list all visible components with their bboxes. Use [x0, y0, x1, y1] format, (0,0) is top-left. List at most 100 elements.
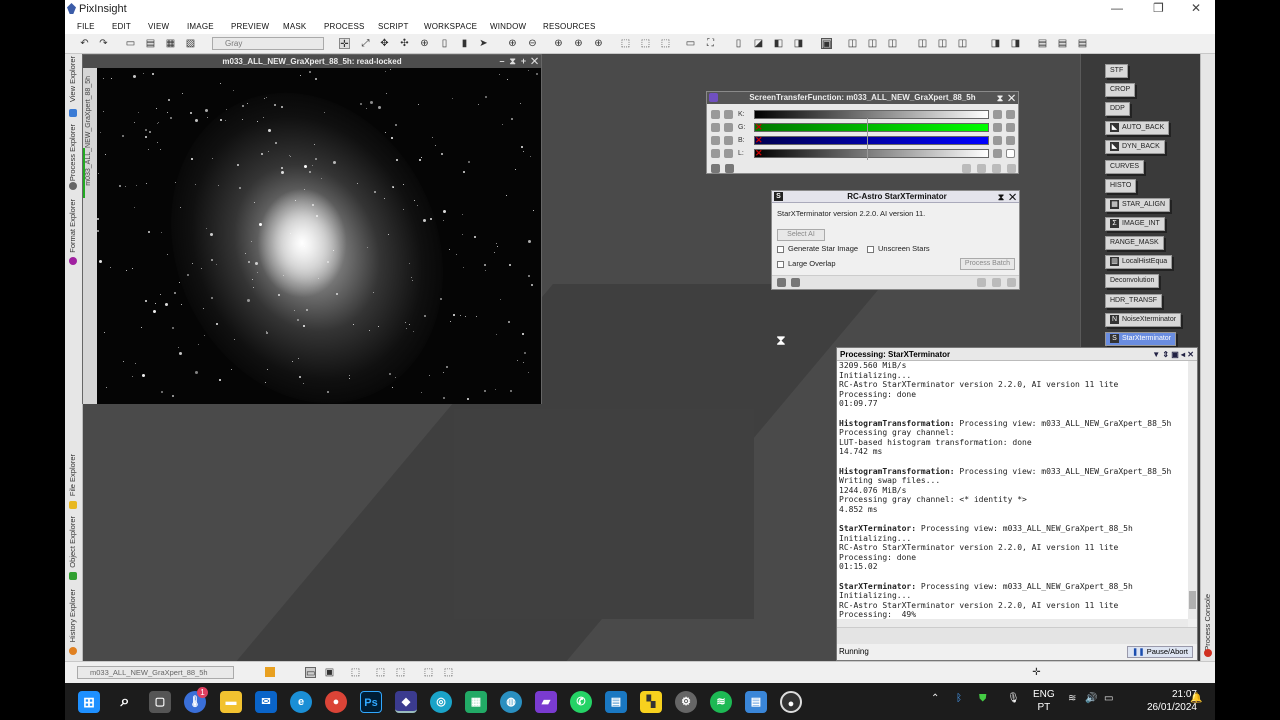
new-instance-icon[interactable]: [711, 164, 720, 173]
settings-icon[interactable]: ⚙: [675, 691, 697, 713]
stf-k-settings-icon[interactable]: [1006, 110, 1015, 119]
outlook-icon[interactable]: ✉: [255, 691, 277, 713]
red-channel-icon[interactable]: ◫: [867, 38, 878, 49]
whatsapp-icon[interactable]: ✆: [570, 691, 592, 713]
menu-process[interactable]: PROCESS: [324, 22, 365, 31]
mask-visible-icon[interactable]: ⬚: [395, 667, 406, 678]
chevron-up-icon[interactable]: ⌃: [931, 693, 939, 704]
icon-ddp[interactable]: DDP: [1105, 102, 1130, 116]
info-icon[interactable]: [962, 164, 971, 173]
notepad-icon[interactable]: ▤: [745, 691, 767, 713]
stf-window-controls[interactable]: ⧗ ✕: [997, 92, 1015, 104]
icon-star-align[interactable]: ▦ STAR_ALIGN: [1105, 198, 1171, 212]
icon-local-hist-equa[interactable]: ▥ LocalHistEqua: [1105, 255, 1173, 269]
close-icon[interactable]: ✕: [755, 123, 763, 132]
stf-slider-b[interactable]: [754, 136, 989, 145]
stf-status-icon[interactable]: ⬚: [423, 667, 434, 678]
stf-l-toggle-icon[interactable]: [993, 149, 1002, 158]
menu-window[interactable]: WINDOW: [490, 22, 526, 31]
stf-titlebar[interactable]: ScreenTransferFunction: m033_ALL_NEW_Gra…: [707, 92, 1018, 104]
zoom-1-icon[interactable]: ⊕: [573, 38, 584, 49]
bluetooth-icon[interactable]: ᛒ: [956, 693, 962, 704]
generate-star-image-checkbox[interactable]: [777, 245, 784, 253]
store-icon[interactable]: ▤: [605, 691, 627, 713]
stf-l-check-icon[interactable]: [1006, 149, 1015, 158]
minimize-icon[interactable]: —: [1111, 1, 1123, 15]
zoom-icon[interactable]: [711, 123, 720, 132]
crop-icon[interactable]: ▮: [459, 38, 470, 49]
tab-history-explorer[interactable]: History Explorer: [68, 589, 77, 642]
mask-show-icon[interactable]: ⛶: [705, 38, 716, 49]
select-ai-button[interactable]: Select AI: [777, 229, 825, 241]
image-window-controls[interactable]: – ⧗ + ✕: [500, 55, 538, 68]
icon-dyn-back[interactable]: ◣ DYN_BACK: [1105, 140, 1165, 154]
zoom-fit-icon[interactable]: ⊕: [553, 38, 564, 49]
pointer-icon[interactable]: ➤: [478, 38, 489, 49]
image-identifier-tab[interactable]: m033_ALL_NEW_GraXpert_88_5h: [85, 76, 92, 186]
stf-link-icon[interactable]: ◨: [793, 38, 804, 49]
green-channel-icon[interactable]: ◫: [887, 38, 898, 49]
chrome-icon[interactable]: ●: [325, 691, 347, 713]
stf-slider-l[interactable]: [754, 149, 989, 158]
console-command-line[interactable]: [837, 627, 1197, 644]
search-icon[interactable]: ⌕: [114, 691, 136, 713]
stf-panel[interactable]: ScreenTransferFunction: m033_ALL_NEW_Gra…: [706, 91, 1019, 174]
new-instance-icon[interactable]: [777, 278, 786, 287]
window-tile-icon[interactable]: ▤: [1037, 38, 1048, 49]
wifi-icon[interactable]: ≋: [1068, 693, 1076, 704]
console-window-controls[interactable]: ▼ ⇕ ▣ ◂ ✕: [1152, 348, 1194, 361]
readout-mode-icon[interactable]: ✛: [339, 38, 350, 50]
unscreen-stars-option[interactable]: Unscreen Stars: [867, 244, 930, 253]
icon-range-mask[interactable]: RANGE_MASK: [1105, 236, 1164, 250]
alpha-icon[interactable]: ◫: [957, 38, 968, 49]
stf-slider-g[interactable]: [754, 123, 989, 132]
icon-noisexterminator[interactable]: N NoiseXterminator: [1105, 313, 1182, 327]
starxterminator-panel[interactable]: S RC-Astro StarXTerminator ⧗ ✕ StarXTerm…: [771, 190, 1020, 290]
task-view-icon[interactable]: ▢: [149, 691, 171, 713]
icon-crop[interactable]: CROP: [1105, 83, 1136, 97]
close-icon[interactable]: ✕: [1191, 1, 1201, 15]
wrench-icon[interactable]: [992, 278, 1001, 287]
stf-k-toggle-icon[interactable]: [993, 110, 1002, 119]
icon-histo[interactable]: HISTO: [1105, 179, 1137, 193]
stf-slider-k[interactable]: [754, 110, 989, 119]
image-window-titlebar[interactable]: m033_ALL_NEW_GraXpert_88_5h: read-locked…: [83, 55, 541, 68]
menu-resources[interactable]: RESOURCES: [543, 22, 595, 31]
explorer-toggle2-icon[interactable]: ◨: [1010, 38, 1021, 49]
menu-file[interactable]: FILE: [77, 22, 95, 31]
close-image-icon[interactable]: ▧: [185, 38, 196, 49]
check-icon[interactable]: [992, 164, 1001, 173]
move-icon[interactable]: ✣: [399, 38, 410, 49]
stf-reset-icon[interactable]: ◧: [773, 38, 784, 49]
clipchamp-icon[interactable]: ▰: [535, 691, 557, 713]
sticky-notes-icon[interactable]: ▚: [640, 691, 662, 713]
preview-new-icon[interactable]: ⬚: [620, 38, 631, 49]
globe-icon[interactable]: ◍: [500, 691, 522, 713]
zoom-out-icon[interactable]: ⊖: [527, 38, 538, 49]
notifications-icon[interactable]: 🔔: [1190, 693, 1202, 704]
preview-del-icon[interactable]: ⬚: [660, 38, 671, 49]
undo-icon[interactable]: ↶: [79, 38, 90, 49]
dynamic-icon[interactable]: ▯: [439, 38, 450, 49]
calculator-icon[interactable]: ▦: [465, 691, 487, 713]
zoom-icon[interactable]: ▣: [324, 667, 335, 678]
reset-icon[interactable]: [1007, 164, 1016, 173]
large-overlap-option[interactable]: Large Overlap: [777, 259, 836, 268]
spotify-icon[interactable]: ≋: [710, 691, 732, 713]
icon-hdr-transf[interactable]: HDR_TRANSF: [1105, 294, 1163, 308]
edge-icon[interactable]: e: [290, 691, 312, 713]
stf-active-icon[interactable]: ▣: [821, 38, 832, 50]
icon-curves[interactable]: CURVES: [1105, 160, 1145, 174]
apply-icon[interactable]: [791, 278, 800, 287]
mask-icon[interactable]: ▭: [685, 38, 696, 49]
save-as-icon[interactable]: ▦: [165, 38, 176, 49]
system-clock[interactable]: 21:07 26/01/2024: [1127, 688, 1197, 714]
starx-window-controls[interactable]: ⧗ ✕: [998, 191, 1016, 203]
link-icon[interactable]: [724, 136, 733, 145]
menu-edit[interactable]: EDIT: [112, 22, 131, 31]
generate-star-image-option[interactable]: Generate Star Image: [777, 244, 858, 253]
zoom-mode-icon[interactable]: ⤢: [360, 38, 371, 49]
image-canvas[interactable]: [97, 68, 541, 404]
fit-view-icon[interactable]: ▭: [305, 667, 316, 679]
battery-icon[interactable]: ▭: [1104, 693, 1113, 704]
